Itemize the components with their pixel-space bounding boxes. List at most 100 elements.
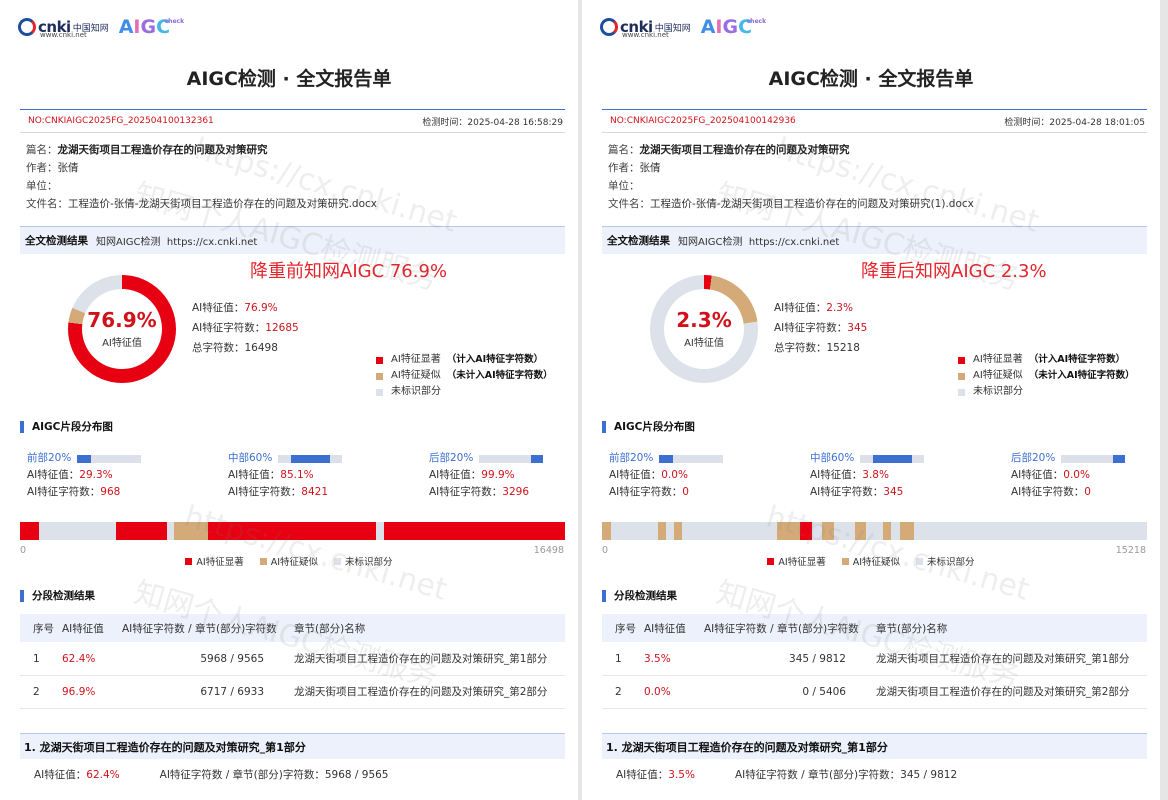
table-header: 序号 AI特征值 AI特征字符数 / 章节(部分)字符数 章节(部分)名称 <box>20 614 565 642</box>
segment-ai-chars-row: AI特征字符数：0 <box>1011 484 1125 501</box>
ai-value-label: AI特征值： <box>192 302 245 314</box>
segment-ai-value: 99.9% <box>481 469 515 481</box>
legend-swatch-significant <box>767 557 775 565</box>
author-value: 张倩 <box>639 162 661 174</box>
dist-legend-significant: AI特征显著 <box>185 554 244 568</box>
service-name: 知网AIGC检测 <box>96 237 161 248</box>
part-ai-label: AI特征值： <box>616 769 669 781</box>
paper-title-value: 龙湖天街项目工程造价存在的问题及对策研究 <box>639 144 850 156</box>
ai-chars-label: AI特征字符数： <box>774 322 848 334</box>
segment-name: 中部60% <box>228 450 343 467</box>
segment-position-fill <box>530 454 544 463</box>
table-row[interactable]: 2 0.0% 0 / 5406 龙湖天街项目工程造价存在的问题及对策研究_第2部… <box>602 675 1147 709</box>
headline-result: 降重前知网AIGC 76.9% <box>250 261 448 282</box>
legend-item-significant: AI特征显著 （计入AI特征字符数） <box>958 352 1135 368</box>
donut-caption: AI特征值 <box>102 338 142 349</box>
donut-legend: AI特征显著 （计入AI特征字符数） AI特征疑似 （未计入AI特征字符数） 未标识… <box>376 352 553 400</box>
filename-label: 文件名： <box>608 198 650 210</box>
segment-ai-value: 0.0% <box>1063 469 1090 481</box>
segment-ai-value-label: AI特征值： <box>609 469 662 481</box>
row-ai-value: 96.9% <box>62 685 96 698</box>
segment-name: 后部20% <box>429 450 544 467</box>
segment-ai-chars-row: AI特征字符数：345 <box>810 484 924 501</box>
distribution-legend: AI特征显著 AI特征疑似 未标识部分 <box>582 554 1160 568</box>
ai-chars: 345 <box>847 322 868 334</box>
segment-middle: 中部60% AI特征值：85.1% AI特征字符数：8421 <box>228 450 343 501</box>
legend-label: 未标识部分 <box>391 386 441 397</box>
donut-caption: AI特征值 <box>684 338 724 349</box>
aigc-logo-letter: I <box>133 16 141 38</box>
fulltext-result-bar: 全文检测结果 知网AIGC检测 https://cx.cnki.net <box>602 226 1147 254</box>
row-no: 2 <box>33 685 40 698</box>
row-ai-value: 3.5% <box>644 652 671 665</box>
legend-label: AI特征显著 <box>391 354 441 365</box>
dist-legend-suspect: AI特征疑似 <box>259 554 318 568</box>
report-page-after: cnki 中国知网 www.cnki.net AIGC check AIGC检测… <box>582 0 1160 800</box>
row-section-name[interactable]: 龙湖天街项目工程造价存在的问题及对策研究_第1部分 <box>294 642 547 675</box>
distribution-block-suspect <box>658 522 666 540</box>
legend-item-unmarked: 未标识部分 <box>376 384 553 400</box>
segment-name: 后部20% <box>1011 450 1126 467</box>
detect-time: 检测时间：2025-04-28 16:58:29 <box>422 115 563 128</box>
row-char-count: 5968 / 9565 <box>200 652 264 665</box>
aigc-logo-letter: G <box>722 16 739 38</box>
legend-note: （计入AI特征字符数） <box>1028 354 1126 365</box>
legend-label: AI特征显著 <box>778 557 826 568</box>
aigc-logo-letter: I <box>715 16 723 38</box>
row-section-name[interactable]: 龙湖天街项目工程造价存在的问题及对策研究_第1部分 <box>876 642 1129 675</box>
service-info: 知网AIGC检测 https://cx.cnki.net <box>678 233 839 248</box>
segment-ai-chars-label: AI特征字符数： <box>27 486 101 498</box>
segment-ai-chars-label: AI特征字符数： <box>429 486 503 498</box>
service-url[interactable]: https://cx.cnki.net <box>167 237 257 248</box>
segment-position-bar <box>659 454 724 463</box>
donut-center: 76.9% AI特征值 <box>82 289 162 369</box>
legend-swatch-significant <box>376 356 383 364</box>
distribution-block-significant <box>384 522 565 540</box>
part-ai-value: 3.5% <box>668 769 695 781</box>
legend-swatch-suspect <box>841 557 849 565</box>
legend-swatch-suspect <box>376 372 383 380</box>
heading-marker <box>20 589 24 602</box>
segment-position-bar <box>1061 454 1126 463</box>
segment-ai-chars: 3296 <box>502 486 530 498</box>
report-id-bar: NO:CNKIAIGC2025FG_202504100142936 检测时间：2… <box>602 109 1147 133</box>
cnki-logo-icon <box>600 18 618 36</box>
legend-label: AI特征显著 <box>196 557 244 568</box>
distribution-block-significant <box>115 522 168 540</box>
legend-swatch-significant <box>185 557 193 565</box>
row-section-name[interactable]: 龙湖天街项目工程造价存在的问题及对策研究_第2部分 <box>876 675 1129 708</box>
service-url[interactable]: https://cx.cnki.net <box>749 237 839 248</box>
row-char-count: 6717 / 6933 <box>200 685 264 698</box>
table-row[interactable]: 2 96.9% 6717 / 6933 龙湖天街项目工程造价存在的问题及对策研究… <box>20 675 565 709</box>
table-row[interactable]: 1 62.4% 5968 / 9565 龙湖天街项目工程造价存在的问题及对策研究… <box>20 642 565 676</box>
col-ai-value: AI特征值 <box>644 622 686 635</box>
segment-label: 中部60% <box>228 452 273 464</box>
distribution-block-suspect <box>673 522 682 540</box>
segment-ai-chars-row: AI特征字符数：3296 <box>429 484 543 501</box>
paper-meta: 篇名：龙湖天街项目工程造价存在的问题及对策研究 作者：张倩 单位： 文件名：工程… <box>608 141 974 213</box>
ai-donut-chart: 76.9% AI特征值 <box>68 275 176 383</box>
paper-title-label: 篇名： <box>26 144 58 156</box>
donut-percentage: 2.3% <box>676 308 732 332</box>
filename-row: 文件名：工程造价-张倩-龙湖天街项目工程造价存在的问题及对策研究.docx <box>26 195 377 213</box>
segment-ai-value: 85.1% <box>280 469 314 481</box>
table-row[interactable]: 1 3.5% 345 / 9812 龙湖天街项目工程造价存在的问题及对策研究_第… <box>602 642 1147 676</box>
segment-ai-chars-row: AI特征字符数：0 <box>609 484 723 501</box>
legend-note: （计入AI特征字符数） <box>446 354 544 365</box>
total-chars: 16498 <box>244 342 278 354</box>
dist-legend-unmarked: 未标识部分 <box>334 554 393 568</box>
headline-result: 降重后知网AIGC 2.3% <box>861 261 1047 282</box>
row-ai-value: 0.0% <box>644 685 671 698</box>
legend-swatch-unmarked <box>958 388 965 396</box>
report-title: AIGC检测 · 全文报告单 <box>186 68 392 90</box>
legend-label: 未标识部分 <box>927 557 975 568</box>
unit-row: 单位： <box>608 177 974 195</box>
segment-middle: 中部60% AI特征值：3.8% AI特征字符数：345 <box>810 450 925 501</box>
part-count-label: AI特征字符数 / 章节(部分)字符数： <box>159 769 325 781</box>
segment-position-bar <box>479 454 544 463</box>
legend-label: 未标识部分 <box>973 386 1023 397</box>
row-section-name[interactable]: 龙湖天街项目工程造价存在的问题及对策研究_第2部分 <box>294 675 547 708</box>
ai-value-label: AI特征值： <box>774 302 827 314</box>
detect-time-label: 检测时间： <box>422 117 468 128</box>
segment-position-bar <box>278 454 343 463</box>
